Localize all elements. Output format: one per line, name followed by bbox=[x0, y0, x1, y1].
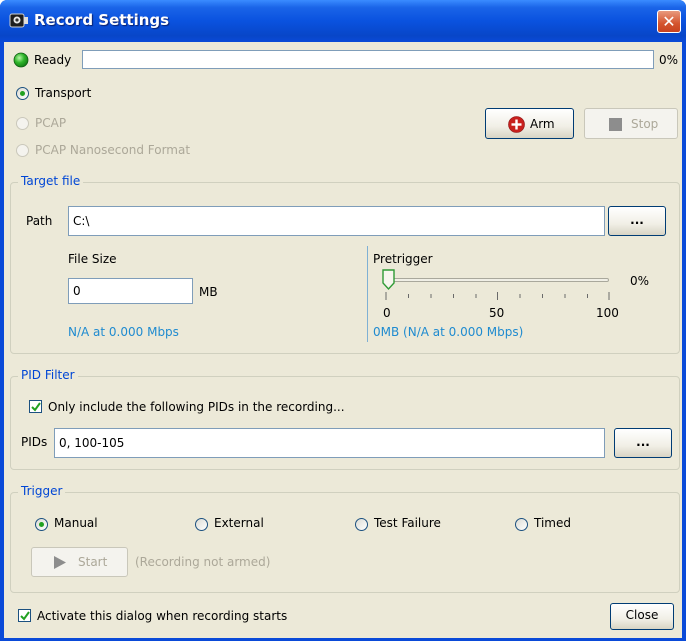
close-button[interactable]: Close bbox=[610, 603, 674, 630]
activate-dialog-label[interactable]: Activate this dialog when recording star… bbox=[37, 609, 287, 623]
target-file-legend: Target file bbox=[18, 174, 84, 188]
trigger-manual-radio[interactable] bbox=[35, 518, 48, 531]
trigger-timed-radio[interactable] bbox=[515, 518, 528, 531]
start-button[interactable]: Start bbox=[31, 547, 128, 577]
only-include-label[interactable]: Only include the following PIDs in the r… bbox=[48, 400, 345, 414]
pretrigger-tick-100: 100 bbox=[596, 306, 619, 320]
trigger-external-radio[interactable] bbox=[195, 518, 208, 531]
format-pcap-nanosecond-label[interactable]: PCAP Nanosecond Format bbox=[35, 143, 190, 157]
file-size-input[interactable] bbox=[68, 278, 193, 304]
trigger-external-label[interactable]: External bbox=[214, 516, 264, 530]
play-icon bbox=[54, 556, 66, 569]
pid-filter-legend: PID Filter bbox=[18, 368, 78, 382]
stop-button[interactable]: Stop bbox=[584, 108, 678, 139]
progress-percent: 0% bbox=[659, 53, 679, 67]
pids-label: PIDs bbox=[21, 435, 48, 449]
path-browse-button[interactable]: ... bbox=[608, 206, 666, 236]
pretrigger-slider-track[interactable] bbox=[384, 278, 609, 282]
pretrigger-tick-50: 50 bbox=[489, 306, 505, 320]
dialog-body: Ready 0% Transport PCAP PCAP Nanosecond … bbox=[4, 42, 682, 638]
format-transport-radio[interactable] bbox=[16, 87, 29, 100]
path-input[interactable] bbox=[68, 206, 605, 236]
trigger-group bbox=[10, 492, 680, 593]
record-progress-bar bbox=[82, 50, 654, 69]
activate-dialog-checkbox[interactable] bbox=[18, 609, 31, 622]
close-icon: ✕ bbox=[662, 12, 676, 31]
checkmark-icon bbox=[20, 611, 30, 621]
trigger-legend: Trigger bbox=[18, 484, 66, 498]
format-pcap-radio[interactable] bbox=[16, 117, 29, 130]
pids-input[interactable] bbox=[54, 428, 605, 458]
start-button-label: Start bbox=[78, 555, 108, 569]
recording-status: (Recording not armed) bbox=[135, 555, 271, 569]
pretrigger-slider-thumb[interactable] bbox=[382, 269, 395, 291]
checkmark-icon bbox=[31, 402, 41, 412]
pids-browse-button[interactable]: ... bbox=[614, 428, 672, 458]
format-pcap-label[interactable]: PCAP bbox=[35, 116, 66, 130]
format-pcap-nanosecond-radio[interactable] bbox=[16, 144, 29, 157]
stop-button-label: Stop bbox=[631, 117, 659, 131]
pretrigger-tick-0: 0 bbox=[383, 306, 391, 320]
file-size-unit: MB bbox=[199, 285, 218, 299]
ellipsis-icon: ... bbox=[636, 435, 650, 449]
arm-button[interactable]: Arm bbox=[485, 108, 574, 139]
status-label: Ready bbox=[34, 53, 72, 67]
pretrigger-label: Pretrigger bbox=[373, 252, 433, 266]
trigger-test-failure-radio[interactable] bbox=[355, 518, 368, 531]
path-label: Path bbox=[26, 214, 53, 228]
ellipsis-icon: ... bbox=[630, 213, 644, 227]
pretrigger-divider bbox=[367, 246, 368, 342]
record-settings-window: Record Settings ✕ Ready 0% Transport PCA bbox=[0, 0, 686, 641]
trigger-timed-label[interactable]: Timed bbox=[534, 516, 571, 530]
format-transport-label[interactable]: Transport bbox=[35, 86, 91, 100]
trigger-test-failure-label[interactable]: Test Failure bbox=[374, 516, 441, 530]
app-icon bbox=[9, 13, 28, 28]
status-led-icon bbox=[13, 52, 29, 68]
pretrigger-info: 0MB (N/A at 0.000 Mbps) bbox=[373, 325, 524, 339]
window-title: Record Settings bbox=[34, 11, 170, 29]
title-bar[interactable]: Record Settings ✕ bbox=[0, 0, 686, 42]
only-include-checkbox[interactable] bbox=[29, 400, 42, 413]
trigger-manual-label[interactable]: Manual bbox=[54, 516, 98, 530]
close-button-label: Close bbox=[625, 608, 659, 622]
record-icon bbox=[508, 116, 525, 133]
arm-button-label: Arm bbox=[530, 117, 555, 131]
window-close-button[interactable]: ✕ bbox=[657, 10, 681, 33]
stop-icon bbox=[609, 118, 622, 131]
file-size-info: N/A at 0.000 Mbps bbox=[68, 325, 179, 339]
file-size-label: File Size bbox=[68, 252, 117, 266]
pretrigger-value: 0% bbox=[630, 274, 650, 288]
pretrigger-ticks bbox=[385, 292, 610, 300]
